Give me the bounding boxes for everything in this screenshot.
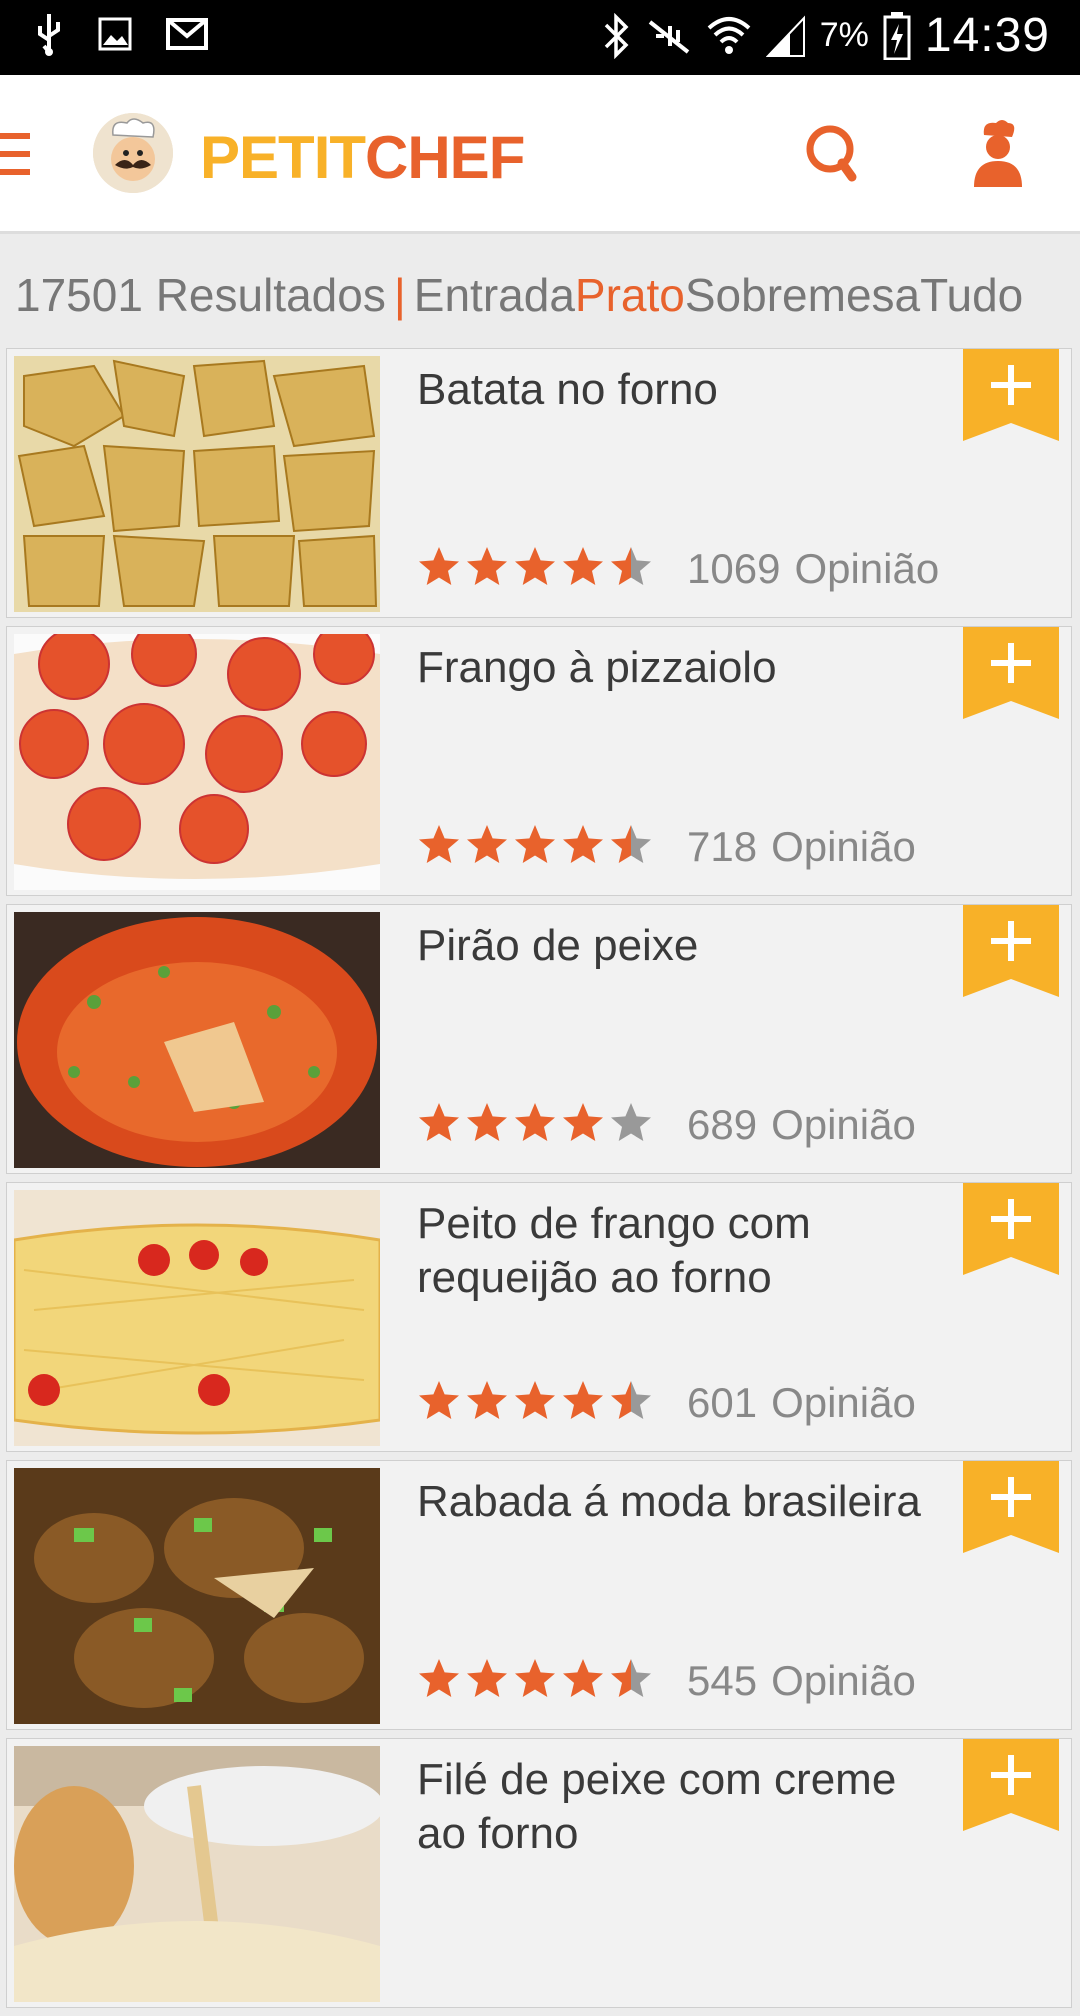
recipe-title[interactable]: Peito de frango com requeijão ao forno xyxy=(417,1197,937,1305)
app-bar: PETITCHEF xyxy=(0,75,1080,234)
recipe-title[interactable]: Pirão de peixe xyxy=(417,919,937,973)
star-icon xyxy=(467,825,507,863)
review-count: 1069 Opinião xyxy=(687,545,940,592)
star-icon xyxy=(419,1659,459,1697)
star-icon xyxy=(419,1381,459,1419)
battery-percent: 7% xyxy=(819,16,869,54)
filter-bar: 17501 Resultados | EntradaPratoSobremesaTu… xyxy=(0,234,1080,344)
star-icon xyxy=(515,547,555,585)
star-icon xyxy=(467,547,507,585)
clock: 14:39 xyxy=(924,9,1050,62)
recipe-card[interactable]: Rabada á moda brasileira 545 Opinião xyxy=(6,1460,1072,1730)
review-count: 718 Opinião xyxy=(687,823,916,870)
recipe-card[interactable]: Filé de peixe com creme ao forno xyxy=(6,1738,1072,2008)
rating-stars xyxy=(419,547,651,585)
star-icon xyxy=(467,1659,507,1697)
recipe-title[interactable]: Rabada á moda brasileira xyxy=(417,1475,937,1529)
recipe-card[interactable]: Frango à pizzaiolo 718 Opinião xyxy=(6,626,1072,896)
star-icon xyxy=(563,1103,603,1141)
separator: | xyxy=(393,269,406,321)
add-bookmark-button[interactable] xyxy=(963,1739,1059,1831)
star-icon xyxy=(515,825,555,863)
star-icon xyxy=(515,1103,555,1141)
status-bar: 7% 14:39 xyxy=(0,0,1080,75)
add-bookmark-button[interactable] xyxy=(963,627,1059,719)
star-icon xyxy=(611,1103,651,1141)
star-icon xyxy=(467,1381,507,1419)
search-icon[interactable] xyxy=(800,115,870,195)
star-icon xyxy=(611,825,651,863)
rating-stars xyxy=(419,1103,651,1141)
brand-logo: PETITCHEF xyxy=(200,123,525,192)
user-chef-icon[interactable] xyxy=(962,115,1032,195)
recipe-title[interactable]: Batata no forno xyxy=(417,363,937,417)
rating-stars xyxy=(419,1659,651,1697)
star-icon xyxy=(611,547,651,585)
chef-logo-icon xyxy=(93,113,173,193)
recipe-card[interactable]: Pirão de peixe 689 Opinião xyxy=(6,904,1072,1174)
recipe-photo xyxy=(14,1190,380,1446)
star-icon xyxy=(515,1659,555,1697)
recipe-photo xyxy=(14,912,380,1168)
image-icon xyxy=(98,17,132,51)
star-icon xyxy=(515,1381,555,1419)
add-bookmark-button[interactable] xyxy=(963,1461,1059,1553)
tab-prato[interactable]: Prato xyxy=(575,269,685,321)
rating-stars xyxy=(419,1381,651,1419)
star-icon xyxy=(611,1381,651,1419)
star-icon xyxy=(563,1381,603,1419)
star-icon xyxy=(563,547,603,585)
star-icon xyxy=(419,1103,459,1141)
signal-icon xyxy=(765,14,805,57)
add-bookmark-button[interactable] xyxy=(963,905,1059,997)
recipe-title[interactable]: Frango à pizzaiolo xyxy=(417,641,937,695)
battery-icon xyxy=(883,11,911,60)
add-bookmark-button[interactable] xyxy=(963,1183,1059,1275)
recipe-list: Batata no forno 1069 Opinião Frango à piz… xyxy=(6,348,1074,2016)
mute-icon xyxy=(648,19,689,54)
brand-part1: PETIT xyxy=(200,124,366,191)
review-count: 545 Opinião xyxy=(687,1657,916,1704)
gmail-icon xyxy=(166,18,208,50)
star-icon xyxy=(419,547,459,585)
recipe-card[interactable]: Peito de frango com requeijão ao forno 6… xyxy=(6,1182,1072,1452)
rating-stars xyxy=(419,825,651,863)
menu-icon[interactable] xyxy=(0,133,30,175)
star-icon xyxy=(419,825,459,863)
tab-entrada[interactable]: Entrada xyxy=(414,269,575,321)
star-icon xyxy=(563,825,603,863)
recipe-photo xyxy=(14,356,380,612)
usb-icon xyxy=(38,14,60,56)
wifi-icon xyxy=(707,16,751,54)
tab-tudo[interactable]: Tudo xyxy=(920,269,1023,321)
bluetooth-icon xyxy=(604,12,629,59)
review-count: 689 Opinião xyxy=(687,1101,916,1148)
review-count: 601 Opinião xyxy=(687,1379,916,1426)
star-icon xyxy=(563,1659,603,1697)
star-icon xyxy=(611,1659,651,1697)
tab-sobremesa[interactable]: Sobremesa xyxy=(685,269,920,321)
recipe-card[interactable]: Batata no forno 1069 Opinião xyxy=(6,348,1072,618)
star-icon xyxy=(467,1103,507,1141)
recipe-photo xyxy=(14,1468,380,1724)
recipe-photo xyxy=(14,634,380,890)
recipe-title[interactable]: Filé de peixe com creme ao forno xyxy=(417,1753,937,1861)
add-bookmark-button[interactable] xyxy=(963,349,1059,441)
recipe-photo xyxy=(14,1746,380,2002)
brand-part2: CHEF xyxy=(365,124,525,191)
results-count: 17501 Resultados xyxy=(15,269,386,321)
